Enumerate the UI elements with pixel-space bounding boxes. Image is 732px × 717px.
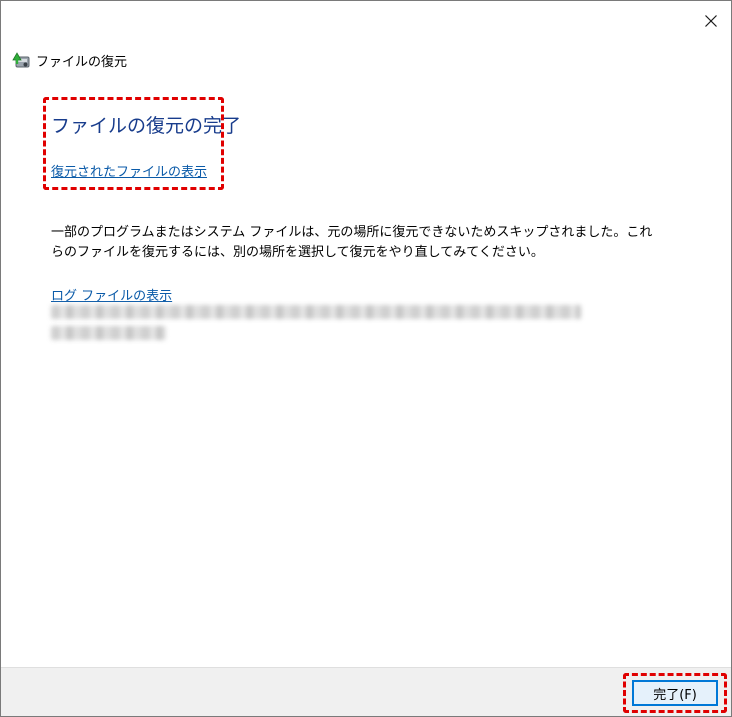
dialog-footer: 完了(F) [1,667,731,716]
redacted-path-line [51,326,166,340]
close-icon [705,15,717,27]
file-restore-window: ファイルの復元 ファイルの復元の完了 復元されたファイルの表示 一部のプログラム… [0,0,732,717]
finish-button[interactable]: 完了(F) [632,680,718,706]
close-button[interactable] [697,7,725,35]
window-title: ファイルの復元 [36,54,128,70]
view-log-file-link[interactable]: ログ ファイルの表示 [51,285,172,304]
window-title-row: ファイルの復元 [11,49,127,71]
file-restore-icon [12,52,30,68]
page-heading: ファイルの復元の完了 [51,115,242,137]
skipped-files-message: 一部のプログラムまたはシステム ファイルは、元の場所に復元できないためスキップさ… [51,225,653,260]
redacted-path-line [51,305,581,319]
view-restored-files-link[interactable]: 復元されたファイルの表示 [51,161,207,180]
